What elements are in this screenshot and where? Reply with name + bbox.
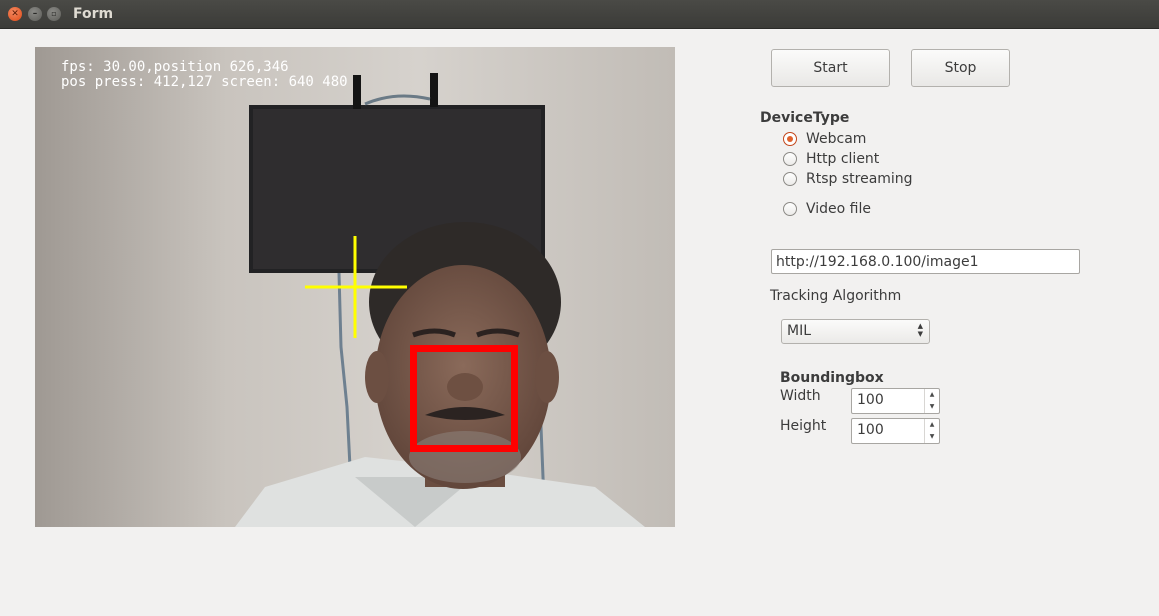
stop-button[interactable]: Stop [911,49,1010,87]
radio-webcam-label[interactable]: Webcam [806,131,866,147]
close-window-button[interactable]: ✕ [8,7,22,21]
height-spinbox[interactable]: 100 ▲ ▼ [851,418,940,444]
radio-rtsp-streaming-label[interactable]: Rtsp streaming [806,171,913,187]
maximize-window-button[interactable]: ▫ [47,7,61,21]
select-arrows-icon: ▲ ▼ [917,322,923,338]
height-label: Height [780,418,827,434]
radio-webcam[interactable] [783,132,797,146]
camera-frame-image [35,47,675,527]
video-preview[interactable]: fps: 30.00,position 626,346 pos press: 4… [35,47,675,527]
boundingbox-heading: Boundingbox [780,370,884,386]
device-type-heading: DeviceType [760,110,850,126]
height-increment-icon[interactable]: ▲ [925,419,939,431]
fps-position-overlay: fps: 30.00,position 626,346 [61,59,289,75]
tracking-algorithm-label: Tracking Algorithm [770,288,902,304]
width-increment-icon[interactable]: ▲ [925,389,939,401]
radio-video-file-label[interactable]: Video file [806,201,871,217]
tracking-algorithm-value: MIL [787,323,812,339]
window-title: Form [73,6,114,22]
height-decrement-icon[interactable]: ▼ [925,431,939,443]
radio-video-file[interactable] [783,202,797,216]
width-label: Width [780,388,821,404]
radio-rtsp-streaming[interactable] [783,172,797,186]
width-value[interactable]: 100 [857,392,884,408]
title-bar: ✕ – ▫ Form [0,0,1159,29]
width-spinbox[interactable]: 100 ▲ ▼ [851,388,940,414]
press-screen-overlay: pos press: 412,127 screen: 640 480 [61,74,348,90]
width-decrement-icon[interactable]: ▼ [925,401,939,413]
tracking-algorithm-select[interactable]: MIL ▲ ▼ [781,319,930,344]
url-input[interactable] [771,249,1080,274]
minimize-window-button[interactable]: – [28,7,42,21]
radio-http-client-label[interactable]: Http client [806,151,879,167]
radio-http-client[interactable] [783,152,797,166]
start-button[interactable]: Start [771,49,890,87]
height-value[interactable]: 100 [857,422,884,438]
